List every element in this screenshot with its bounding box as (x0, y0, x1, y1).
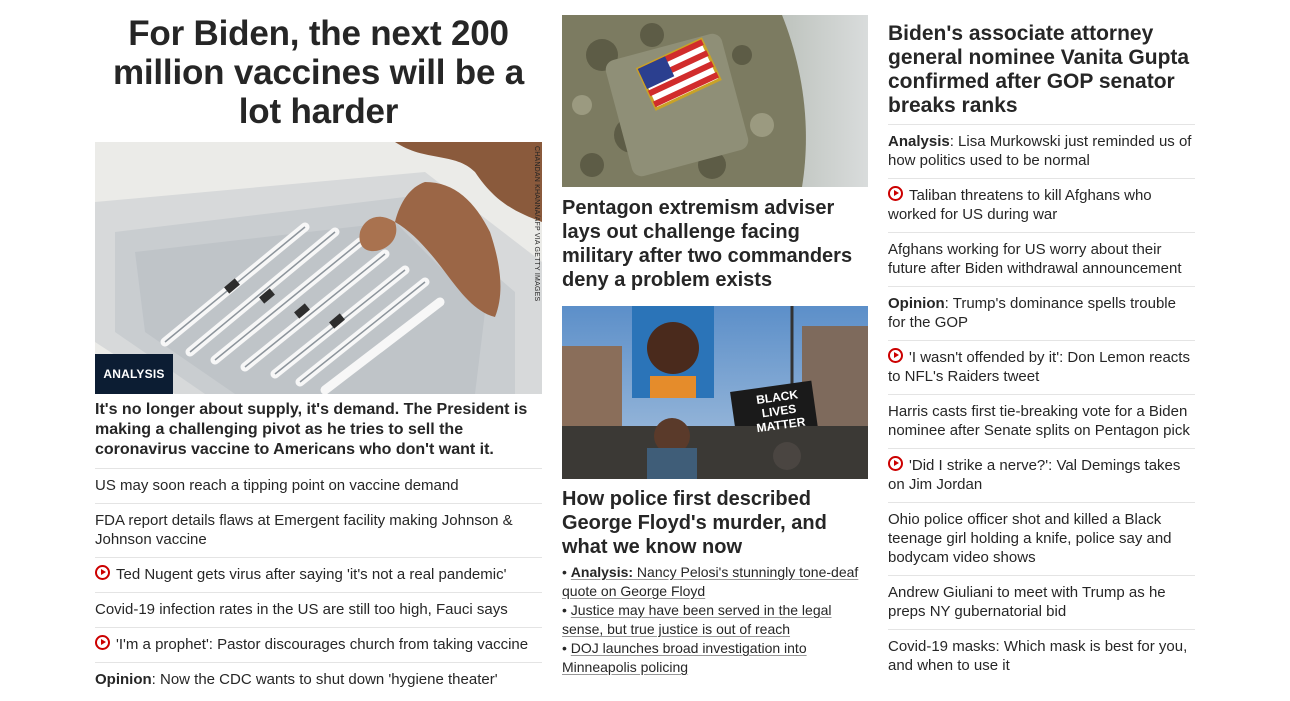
list-item[interactable]: Covid-19 infection rates in the US are s… (95, 592, 542, 627)
list-item[interactable]: US may soon reach a tipping point on vac… (95, 468, 542, 503)
bullet-item[interactable]: • Analysis: Nancy Pelosi's stunningly to… (562, 563, 868, 601)
item-text: Harris casts first tie-breaking vote for… (888, 403, 1190, 439)
analysis-badge: ANALYSIS (95, 354, 173, 394)
lead-headline[interactable]: For Biden, the next 200 million vaccines… (95, 14, 542, 131)
list-item[interactable]: Afghans working for US worry about their… (888, 232, 1195, 286)
list-item[interactable]: FDA report details flaws at Emergent fac… (95, 503, 542, 557)
item-text: : Now the CDC wants to shut down 'hygien… (151, 671, 498, 688)
list-item[interactable]: 'Did I strike a nerve?': Val Demings tak… (888, 448, 1195, 502)
bullet-prefix: Analysis: (570, 564, 634, 580)
item-prefix: Opinion (95, 671, 152, 688)
item-text: Covid-19 masks: Which mask is best for y… (888, 638, 1188, 674)
bullet-text: Justice may have been served in the lega… (562, 602, 832, 637)
list-item[interactable]: Analysis: Lisa Murkowski just reminded u… (888, 124, 1195, 178)
bullet-item[interactable]: • Justice may have been served in the le… (562, 601, 868, 639)
list-item[interactable]: Taliban threatens to kill Afghans who wo… (888, 178, 1195, 232)
item-text: Covid-19 infection rates in the US are s… (95, 601, 508, 618)
list-item[interactable]: Covid-19 masks: Which mask is best for y… (888, 629, 1195, 683)
item-text: Ohio police officer shot and killed a Bl… (888, 511, 1172, 566)
item-text: 'I'm a prophet': Pastor discourages chur… (116, 636, 529, 653)
photo-credit: CHANDAN KHANNA/AFP VIA GETTY IMAGES (533, 146, 540, 302)
item-text: Afghans working for US worry about their… (888, 241, 1182, 277)
list-item[interactable]: 'I'm a prophet': Pastor discourages chur… (95, 627, 542, 662)
lead-sub-headline[interactable]: It's no longer about supply, it's demand… (95, 400, 542, 460)
protest-photo[interactable]: BLACK LIVES MATTER (562, 306, 868, 479)
list-item[interactable]: Ohio police officer shot and killed a Bl… (888, 502, 1195, 575)
list-item[interactable]: Ted Nugent gets virus after saying 'it's… (95, 557, 542, 592)
bullet-text: DOJ launches broad investigation into Mi… (562, 640, 807, 675)
right-headline-list: Analysis: Lisa Murkowski just reminded u… (888, 124, 1195, 683)
item-text: US may soon reach a tipping point on vac… (95, 477, 459, 494)
video-play-icon (888, 186, 903, 201)
video-play-icon (888, 348, 903, 363)
george-floyd-headline[interactable]: How police first described George Floyd'… (562, 487, 868, 559)
video-play-icon (95, 635, 110, 650)
item-text: 'Did I strike a nerve?': Val Demings tak… (888, 457, 1181, 493)
video-play-icon (95, 565, 110, 580)
soldier-uniform-image (562, 15, 868, 187)
item-text: 'I wasn't offended by it': Don Lemon rea… (888, 349, 1190, 385)
video-play-icon (888, 456, 903, 471)
gupta-headline[interactable]: Biden's associate attorney general nomin… (888, 22, 1195, 118)
list-item[interactable]: Opinion: Now the CDC wants to shut down … (95, 662, 542, 697)
list-item[interactable]: Andrew Giuliani to meet with Trump as he… (888, 575, 1195, 629)
related-bullets: • Analysis: Nancy Pelosi's stunningly to… (562, 563, 868, 677)
item-text: Andrew Giuliani to meet with Trump as he… (888, 584, 1166, 620)
sign-text: BLACK LIVES MATTER (755, 387, 807, 436)
list-item[interactable]: 'I wasn't offended by it': Don Lemon rea… (888, 340, 1195, 394)
soldier-flag-patch-photo[interactable] (562, 15, 868, 187)
list-item[interactable]: Opinion: Trump's dominance spells troubl… (888, 286, 1195, 340)
bullet-item[interactable]: • DOJ launches broad investigation into … (562, 639, 868, 677)
protest-image (562, 306, 868, 479)
item-prefix: Opinion (888, 295, 945, 312)
item-text: FDA report details flaws at Emergent fac… (95, 512, 513, 548)
item-text: Ted Nugent gets virus after saying 'it's… (116, 566, 507, 583)
lead-related-list: US may soon reach a tipping point on vac… (95, 468, 542, 697)
list-item[interactable]: Harris casts first tie-breaking vote for… (888, 394, 1195, 448)
item-prefix: Analysis (888, 133, 950, 150)
pentagon-headline[interactable]: Pentagon extremism adviser lays out chal… (562, 196, 868, 292)
item-text: Taliban threatens to kill Afghans who wo… (888, 187, 1152, 223)
